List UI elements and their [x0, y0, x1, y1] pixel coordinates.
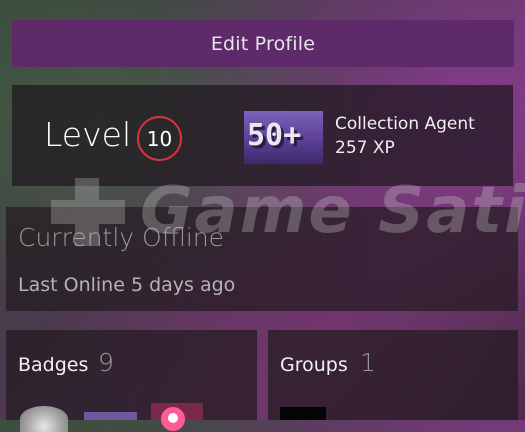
badge-thumb-3[interactable]: [151, 403, 203, 431]
featured-badge-icon[interactable]: 50+ 50+: [244, 111, 323, 164]
status-state: Currently Offline: [18, 223, 225, 252]
badge-thumb-2[interactable]: [84, 412, 137, 420]
featured-badge-name[interactable]: Collection Agent: [335, 114, 475, 134]
badge-icon-text: 50+: [247, 118, 301, 153]
featured-badge-xp: 257 XP: [335, 138, 395, 158]
online-status-panel: Currently Offline Last Online 5 days ago: [6, 207, 518, 311]
level-label: Level: [44, 115, 132, 154]
badges-label[interactable]: Badges: [18, 354, 88, 376]
level-badge[interactable]: 10: [137, 116, 182, 161]
group-avatar[interactable]: [280, 407, 326, 420]
level-panel: Level 10 50+ 50+ Collection Agent 257 XP: [12, 85, 513, 186]
badge-thumb-1[interactable]: [20, 406, 68, 432]
edit-profile-label: Edit Profile: [210, 32, 316, 55]
level-value: 10: [146, 126, 173, 151]
groups-label[interactable]: Groups: [280, 354, 348, 376]
badges-panel[interactable]: Badges 9: [6, 330, 257, 432]
last-online-text: Last Online 5 days ago: [18, 274, 236, 296]
edit-profile-button[interactable]: Edit Profile: [12, 20, 514, 67]
groups-count: 1: [360, 348, 376, 377]
badge-thumb-3-dot-icon: [168, 413, 178, 423]
groups-panel[interactable]: Groups 1: [268, 330, 518, 420]
badges-count: 9: [98, 348, 114, 377]
